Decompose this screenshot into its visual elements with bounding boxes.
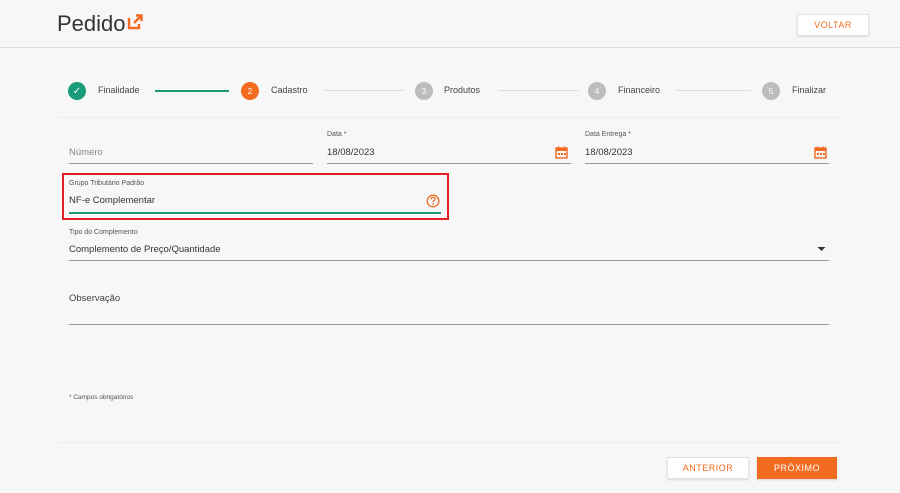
step-4-badge[interactable]: 4 bbox=[588, 82, 606, 100]
help-circle-icon[interactable] bbox=[426, 194, 440, 208]
step-3-badge[interactable]: 3 bbox=[415, 82, 433, 100]
step-finalizar-label[interactable]: Finalizar bbox=[792, 85, 826, 95]
step-connector bbox=[323, 90, 404, 91]
calendar-icon[interactable] bbox=[555, 146, 568, 159]
page-title: Pedido bbox=[57, 11, 126, 36]
numero-input[interactable]: Número bbox=[69, 147, 103, 158]
dropdown-arrow-icon[interactable] bbox=[817, 246, 826, 252]
numero-underline bbox=[69, 163, 313, 164]
step-finalidade-label[interactable]: Finalidade bbox=[98, 85, 140, 95]
observacao-underline bbox=[69, 324, 829, 325]
observacao-input[interactable]: Observação bbox=[69, 293, 120, 304]
step-connector bbox=[155, 90, 229, 92]
tipo-complemento-select[interactable]: Complemento de Preço/Quantidade bbox=[69, 244, 221, 255]
progress-stepper: ✓ Finalidade 2 Cadastro 3 Produtos 4 Fin… bbox=[58, 78, 840, 118]
tipo-complemento-label: Tipo do Complemento bbox=[69, 229, 138, 236]
step-connector bbox=[676, 90, 751, 91]
data-label: Data * bbox=[327, 131, 347, 138]
tipo-complemento-underline bbox=[69, 260, 829, 261]
calendar-icon[interactable] bbox=[814, 146, 827, 159]
data-entrega-underline bbox=[585, 163, 829, 164]
step-financeiro-label[interactable]: Financeiro bbox=[618, 85, 660, 95]
step-5-badge[interactable]: 5 bbox=[762, 82, 780, 100]
data-entrega-label: Data Entrega * bbox=[585, 131, 631, 138]
grupo-tributario-underline bbox=[69, 212, 441, 214]
required-fields-note: * Campos obrigatórios bbox=[69, 394, 134, 401]
data-input[interactable]: 18/08/2023 bbox=[327, 147, 375, 158]
page-header: Pedido VOLTAR bbox=[0, 0, 900, 48]
grupo-tributario-input[interactable]: NF-e Complementar bbox=[69, 195, 155, 206]
step-2-badge[interactable]: 2 bbox=[241, 82, 259, 100]
back-button[interactable]: VOLTAR bbox=[797, 14, 869, 36]
step-cadastro-label[interactable]: Cadastro bbox=[271, 85, 308, 95]
step-1-check-icon[interactable]: ✓ bbox=[68, 82, 86, 100]
step-connector bbox=[498, 90, 578, 91]
data-underline bbox=[327, 163, 571, 164]
edit-external-icon[interactable] bbox=[126, 13, 144, 31]
step-produtos-label[interactable]: Produtos bbox=[444, 85, 480, 95]
footer-divider bbox=[58, 442, 840, 443]
previous-button[interactable]: ANTERIOR bbox=[667, 457, 749, 479]
grupo-tributario-label: Grupo Tributário Padrão bbox=[69, 180, 145, 187]
data-entrega-input[interactable]: 18/08/2023 bbox=[585, 147, 633, 158]
next-button[interactable]: PRÓXIMO bbox=[757, 457, 837, 479]
